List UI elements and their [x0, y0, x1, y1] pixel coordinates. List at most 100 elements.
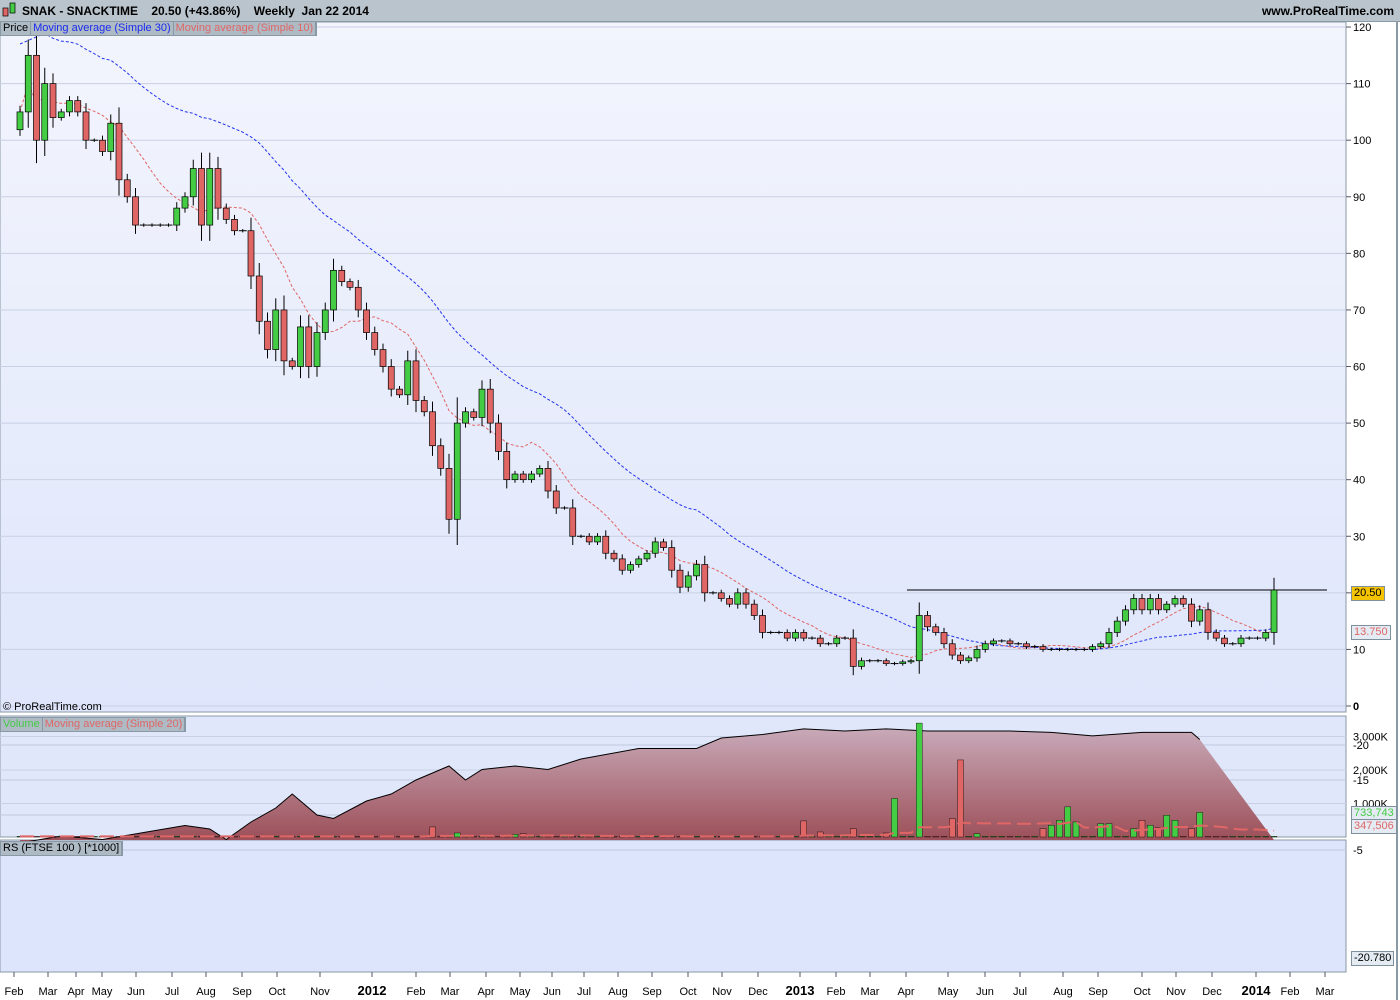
x-tick-label: Dec: [1202, 986, 1222, 998]
candle-body: [1270, 589, 1278, 633]
legend-vol-ma[interactable]: Moving average (Simple 20): [43, 718, 186, 731]
candle-body: [1097, 643, 1105, 647]
legend-rs[interactable]: RS (FTSE 100 ) [*1000]: [1, 842, 123, 855]
candle-body: [792, 632, 799, 639]
volume-bar: [454, 832, 461, 838]
candle-body: [74, 100, 82, 113]
candle-body: [420, 400, 428, 413]
candle-body: [222, 207, 230, 220]
candle-body: [453, 422, 461, 520]
candle-body: [915, 615, 923, 662]
candle-body: [115, 122, 123, 181]
candle-body: [363, 309, 370, 333]
x-tick-label: Oct: [1133, 986, 1150, 998]
candle-body: [99, 139, 106, 152]
candle-body: [1163, 603, 1171, 611]
candle-body: [396, 388, 403, 396]
candle-body: [379, 349, 387, 367]
candle-body: [1204, 609, 1212, 633]
legend-ma30[interactable]: Moving average (Simple 30): [31, 22, 174, 35]
candle-body: [66, 100, 73, 113]
price-tick-label: 90: [1353, 192, 1365, 204]
volume-bar: [916, 722, 923, 838]
x-tick-label: Oct: [679, 986, 696, 998]
candle-body: [486, 388, 494, 424]
legend-price[interactable]: Price: [1, 22, 32, 35]
candle-body: [280, 309, 288, 362]
candle-body: [206, 168, 214, 226]
candle-body: [1171, 598, 1179, 605]
volume-bar: [1270, 836, 1278, 838]
volume-bar: [1213, 836, 1220, 838]
volume-bar: [932, 836, 939, 838]
legend-volume[interactable]: Volume: [1, 718, 43, 731]
x-tick-label: Nov: [310, 986, 330, 998]
candle-body: [990, 640, 997, 645]
candle-body: [24, 54, 32, 113]
candle-body: [503, 451, 511, 481]
volume-bar: [1163, 815, 1170, 838]
volume-bar: [891, 798, 898, 838]
candle-body: [594, 535, 601, 543]
volume-bar: [734, 836, 741, 838]
candle-body: [429, 411, 436, 447]
x-tick-label: Feb: [1281, 986, 1300, 998]
volume-bar: [833, 836, 840, 838]
rs-panel: [0, 839, 1347, 973]
volume-bar: [33, 836, 40, 838]
price-tick-label: 70: [1353, 305, 1365, 317]
candle-body: [1039, 646, 1047, 650]
price-tick-label: 110: [1353, 79, 1371, 91]
volume-bar: [1147, 825, 1154, 838]
candle-body: [313, 332, 321, 367]
x-tick-label: Jul: [1013, 986, 1027, 998]
legend-ma10[interactable]: Moving average (Simple 10): [174, 22, 317, 35]
candle-body: [676, 569, 684, 588]
volume-bar: [1089, 836, 1096, 838]
x-tick-label: Sep: [642, 986, 662, 998]
candle-body: [924, 615, 931, 628]
candle-body: [816, 637, 824, 645]
volume-bar: [1006, 836, 1014, 838]
candle-body: [371, 332, 379, 350]
volume-bar: [990, 836, 997, 838]
volume-bar: [74, 836, 81, 838]
candle-body: [1113, 620, 1121, 633]
candle-body: [1196, 609, 1204, 622]
x-tick-label: Apr: [477, 986, 494, 998]
candle-body: [437, 445, 445, 469]
candle-body: [445, 468, 453, 520]
candle-body: [255, 275, 263, 322]
volume-bar: [982, 836, 989, 838]
candle-body: [123, 179, 131, 198]
volume-bar: [949, 818, 956, 838]
x-tick-label: May: [92, 986, 113, 998]
volume-bar: [858, 836, 865, 838]
candle-body: [288, 360, 296, 367]
candle-body: [198, 168, 205, 226]
volume-bar: [1097, 823, 1104, 838]
candle-body: [181, 196, 189, 209]
candle-body: [536, 468, 544, 475]
candle-body: [272, 309, 280, 350]
candle-body: [635, 558, 643, 565]
x-tick-label: Dec: [748, 986, 768, 998]
volume-bar: [693, 836, 700, 838]
candle-body: [305, 326, 313, 367]
candle-body: [948, 643, 956, 656]
candle-body: [544, 468, 552, 492]
candle-body: [495, 422, 502, 452]
price-tick-label: 0: [1353, 701, 1359, 713]
candle-body: [618, 558, 626, 571]
candle-body: [107, 122, 115, 152]
volume-bar: [957, 759, 964, 838]
x-tick-label: Mar: [861, 986, 880, 998]
candle-body: [693, 564, 700, 577]
candle-body: [1105, 632, 1113, 645]
x-tick-label: Aug: [196, 986, 216, 998]
candle-body: [478, 388, 486, 418]
x-tick-label: Sep: [232, 986, 252, 998]
price-tick-label: 40: [1353, 475, 1365, 487]
candle-body: [651, 541, 659, 554]
price-tick-label: 80: [1353, 248, 1365, 260]
